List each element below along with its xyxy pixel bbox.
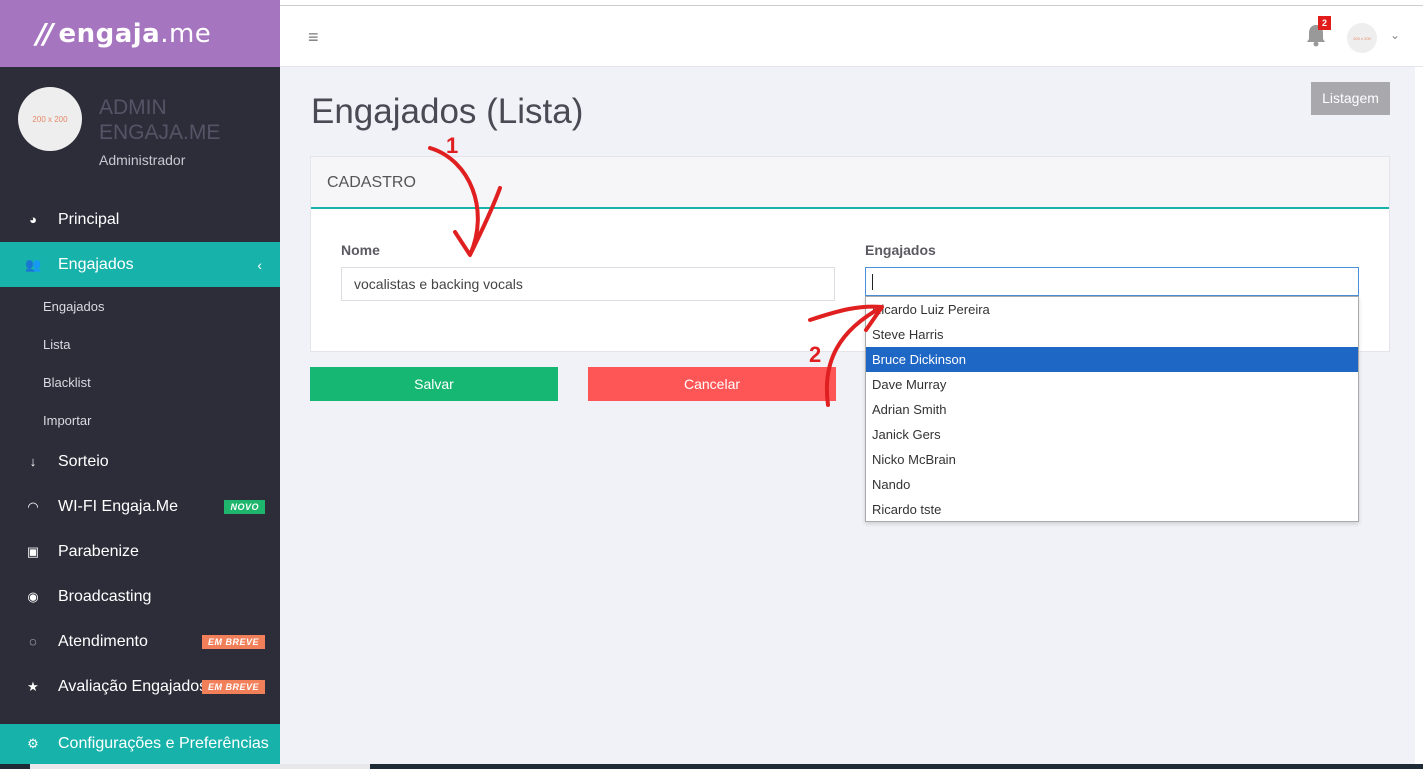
sidebar-item-atendimento[interactable]: ◌ Atendimento EM BREVE	[0, 619, 280, 664]
profile-role: Administrador	[99, 152, 186, 168]
app: // engaja .me 200 x 200 ADMIN ENGAJA.ME A…	[0, 0, 1423, 769]
notification-badge: 2	[1318, 16, 1331, 30]
sidebar-item-label: Configurações e Preferências	[58, 735, 269, 752]
user-profile: 200 x 200 ADMIN ENGAJA.ME Administrador	[0, 67, 280, 197]
user-avatar[interactable]: 200 x 200	[1347, 23, 1377, 53]
brand-name: engaja	[58, 18, 161, 49]
scrollbar-track[interactable]	[1415, 67, 1423, 764]
engajados-label: Engajados	[865, 242, 936, 258]
dropdown-option[interactable]: Dave Murray	[866, 372, 1358, 397]
brand-logo[interactable]: // engaja .me	[0, 0, 280, 67]
sidebar-nav: ◕ Principal 👥 Engajados ‹ Engajados List…	[0, 197, 280, 709]
sidebar-item-configuracoes[interactable]: ⚙ Configurações e Preferências	[0, 724, 280, 764]
sidebar-subitem-blacklist[interactable]: Blacklist	[0, 363, 280, 401]
sidebar-subitem-lista[interactable]: Lista	[0, 325, 280, 363]
brand-suffix: .me	[160, 18, 212, 49]
sidebar-item-principal[interactable]: ◕ Principal	[0, 197, 280, 242]
listagem-button[interactable]: Listagem	[1311, 82, 1390, 115]
dropdown-option[interactable]: Nando	[866, 472, 1358, 497]
sidebar-item-label: Principal	[58, 210, 120, 228]
coming-soon-badge: EM BREVE	[201, 634, 265, 649]
card-header: CADASTRO	[311, 157, 1389, 209]
sidebar-item-sorteio[interactable]: ↓ Sorteio	[0, 439, 280, 484]
dropdown-option[interactable]: Nicko McBrain	[866, 447, 1358, 472]
sidebar: // engaja .me 200 x 200 ADMIN ENGAJA.ME A…	[0, 0, 280, 764]
sidebar-item-label: WI-FI Engaja.Me	[58, 497, 179, 515]
new-badge: NOVO	[224, 499, 265, 514]
sidebar-item-label: Sorteio	[58, 452, 109, 470]
dropdown-option-selected[interactable]: Bruce Dickinson	[866, 347, 1358, 372]
dropdown-option[interactable]: Ricardo tste	[866, 497, 1358, 522]
bottom-strip-segment	[30, 764, 370, 769]
gear-icon: ⚙	[27, 736, 39, 751]
sidebar-item-label: Engajados	[58, 255, 134, 273]
star-icon: ★	[27, 678, 39, 694]
sidebar-item-parabenize[interactable]: ▣ Parabenize	[0, 529, 280, 574]
chevron-left-icon: ‹	[257, 256, 262, 273]
dropdown-option[interactable]: Adrian Smith	[866, 397, 1358, 422]
sidebar-item-label: Avaliação Engajados	[58, 677, 208, 695]
dropdown-option[interactable]: Ricardo Luiz Pereira	[866, 297, 1358, 322]
wifi-icon: ◠	[27, 498, 39, 514]
cancel-button[interactable]: Cancelar	[588, 367, 836, 401]
page-title: Engajados (Lista)	[311, 92, 584, 131]
users-icon: 👥	[25, 256, 42, 272]
profile-name: ADMIN ENGAJA.ME	[99, 96, 221, 144]
topbar: ≡ 2 200 x 200 ⌄	[280, 6, 1423, 67]
sidebar-subitem-importar[interactable]: Importar	[0, 401, 280, 439]
sidebar-item-broadcasting[interactable]: ◉ Broadcasting	[0, 574, 280, 619]
engajados-search-input[interactable]	[865, 267, 1359, 296]
bottom-strip	[0, 764, 1423, 769]
coming-soon-badge: EM BREVE	[201, 679, 265, 694]
sidebar-item-label: Parabenize	[58, 542, 139, 560]
dropdown-option[interactable]: Janick Gers	[866, 422, 1358, 447]
sidebar-item-wifi[interactable]: ◠ WI-FI Engaja.Me NOVO	[0, 484, 280, 529]
logo-icon: //	[36, 17, 54, 50]
sidebar-subitem-engajados[interactable]: Engajados	[0, 287, 280, 325]
sidebar-item-engajados[interactable]: 👥 Engajados ‹	[0, 242, 280, 287]
gift-icon: ▣	[26, 543, 40, 559]
dropdown-option[interactable]: Steve Harris	[866, 322, 1358, 347]
step-1-label: 1	[446, 133, 458, 158]
save-button[interactable]: Salvar	[310, 367, 558, 401]
dashboard-icon: ◕	[29, 212, 37, 227]
avatar[interactable]: 200 x 200	[18, 87, 82, 151]
sidebar-item-label: Broadcasting	[58, 587, 152, 605]
text-caret	[872, 274, 873, 291]
chat-icon: ◌	[29, 634, 37, 649]
sidebar-item-label: Atendimento	[58, 632, 148, 650]
nome-label: Nome	[341, 242, 380, 258]
compass-icon: ◉	[27, 588, 39, 604]
nome-input[interactable]: vocalistas e backing vocals	[341, 267, 835, 301]
chevron-down-icon[interactable]: ⌄	[1390, 28, 1400, 42]
sidebar-item-avaliacao[interactable]: ★ Avaliação Engajados EM BREVE	[0, 664, 280, 709]
menu-toggle-icon[interactable]: ≡	[308, 27, 319, 48]
sort-numeric-icon: ↓	[29, 454, 37, 469]
engajados-dropdown: Ricardo Luiz Pereira Steve Harris Bruce …	[865, 296, 1359, 522]
